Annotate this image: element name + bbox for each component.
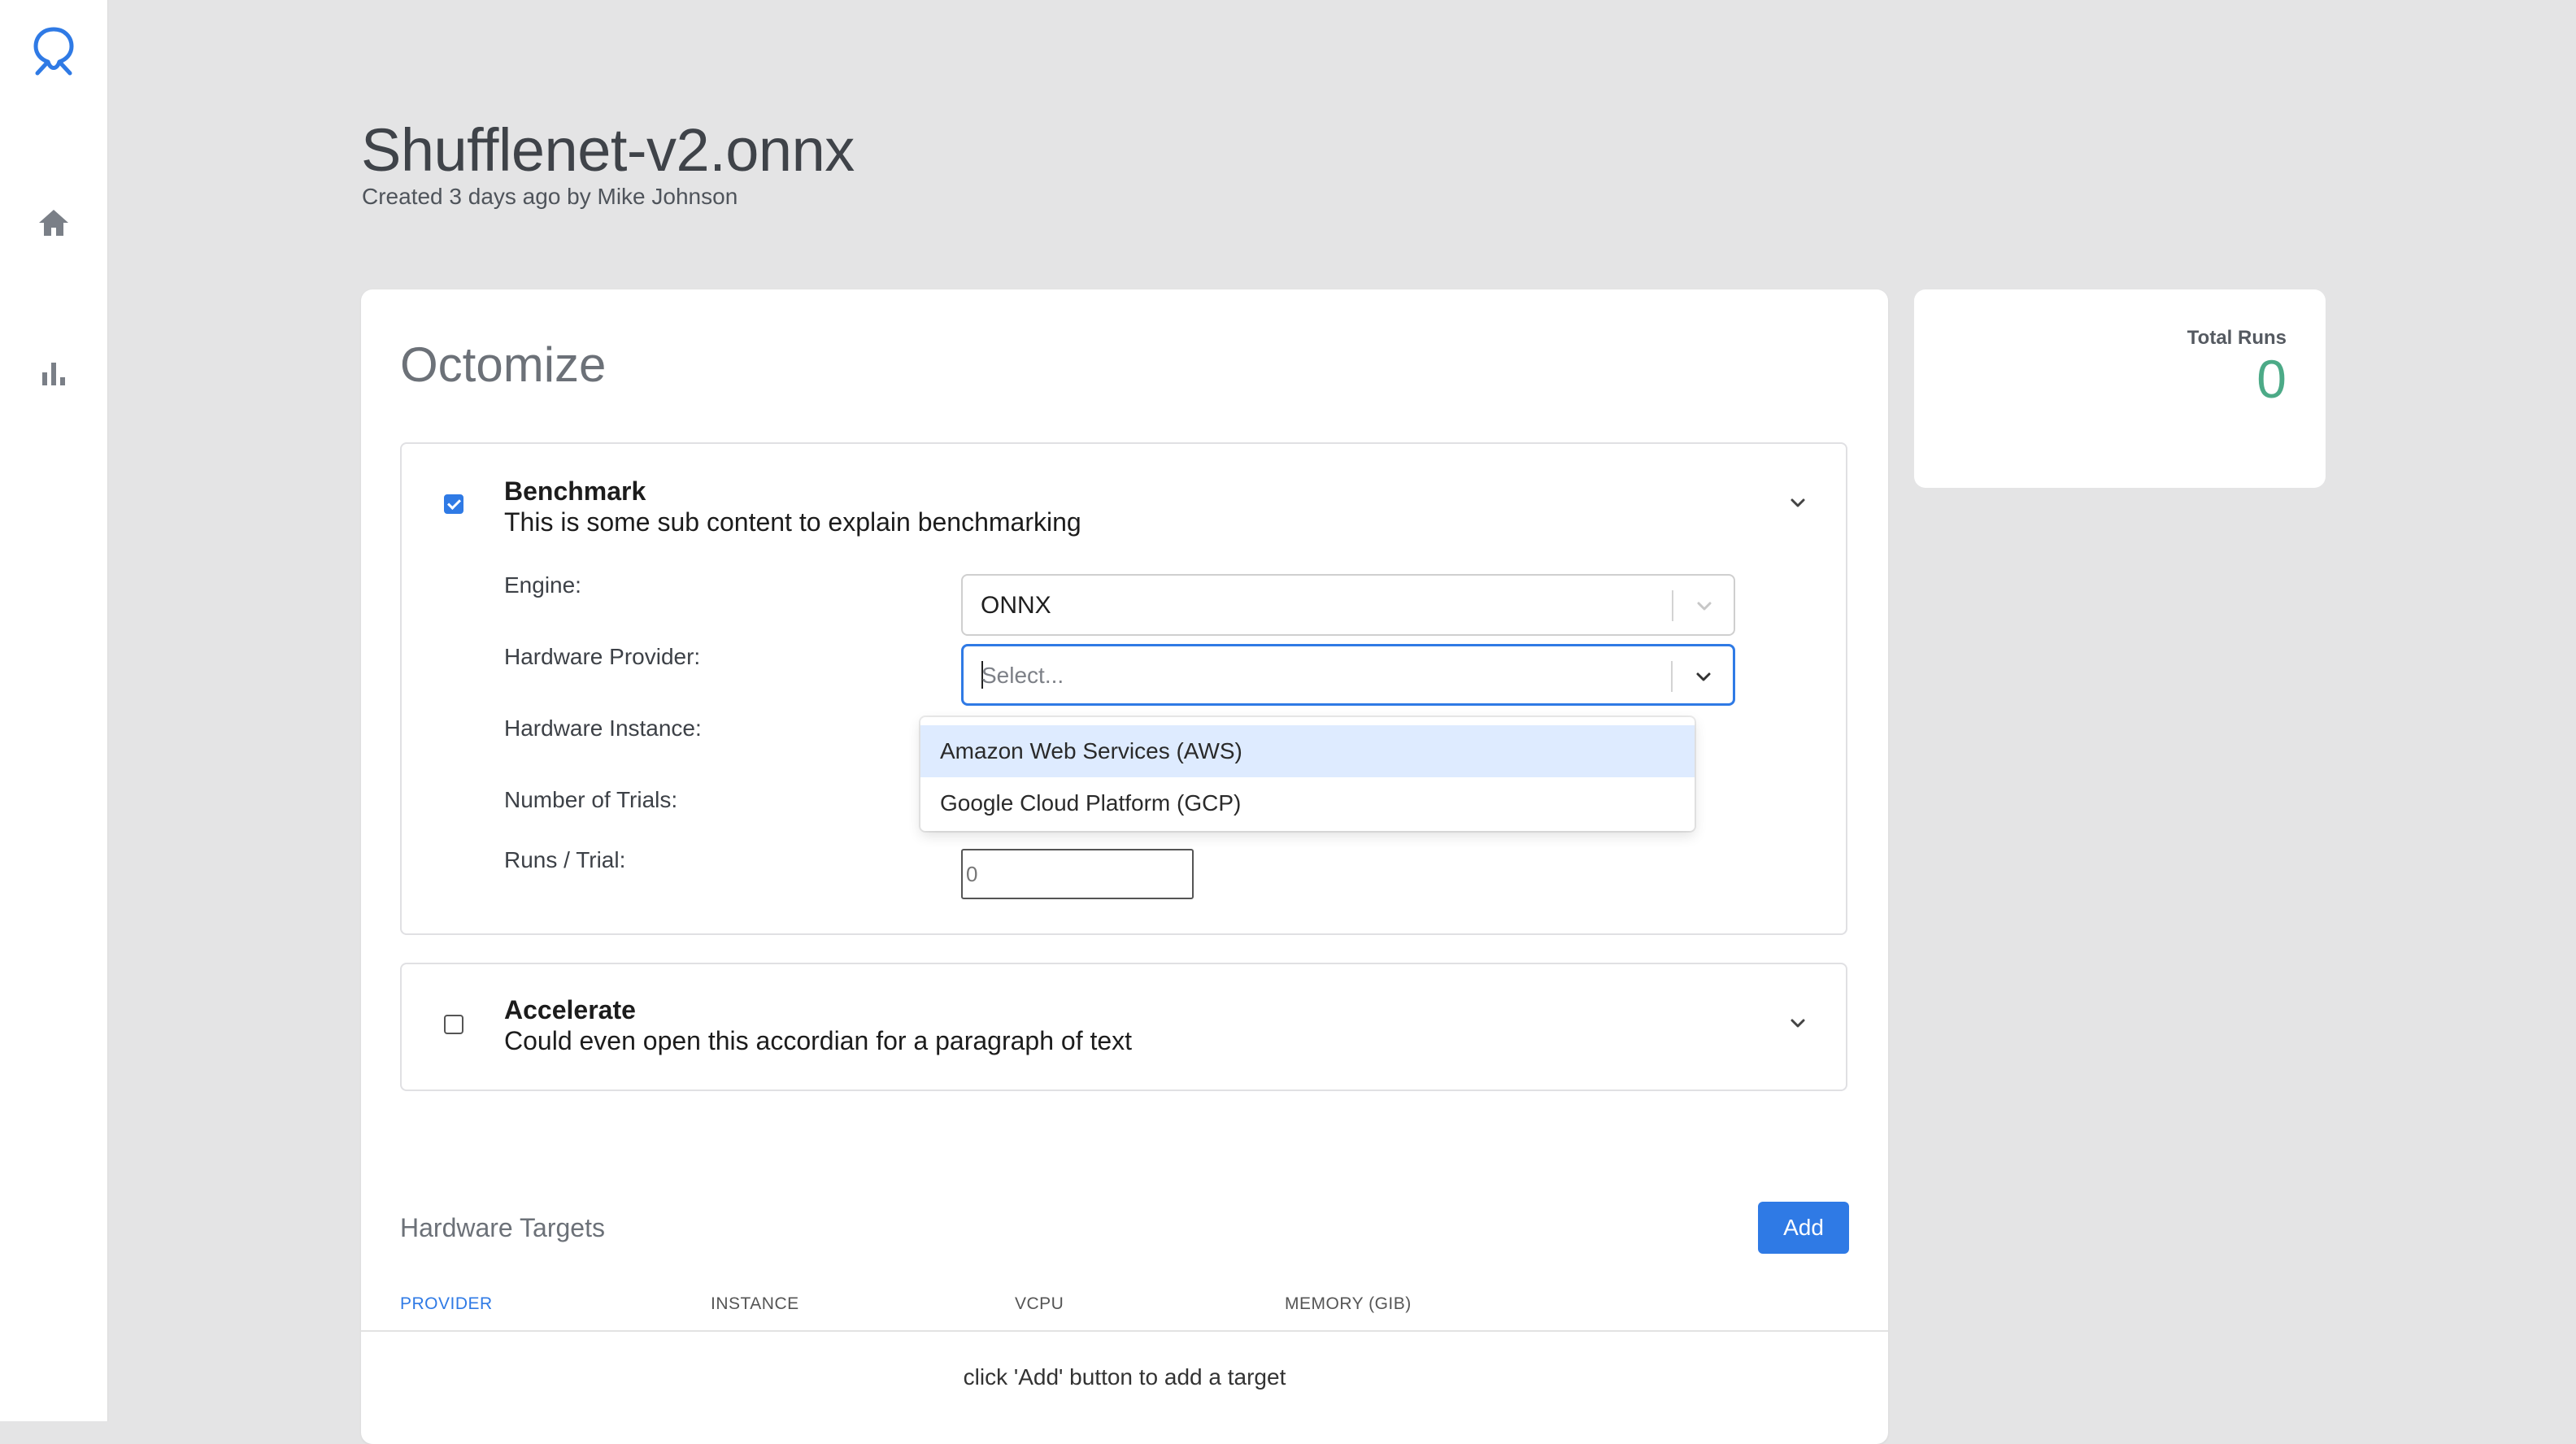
card-title: Octomize bbox=[400, 337, 607, 392]
logo-icon[interactable] bbox=[29, 24, 78, 78]
chevron-down-icon[interactable] bbox=[1692, 666, 1715, 689]
provider-option-gcp[interactable]: Google Cloud Platform (GCP) bbox=[920, 777, 1695, 829]
home-icon[interactable] bbox=[29, 208, 78, 237]
bar-chart-icon[interactable] bbox=[29, 361, 78, 387]
provider-option-aws[interactable]: Amazon Web Services (AWS) bbox=[920, 725, 1695, 777]
hardware-provider-select[interactable]: Select... bbox=[961, 644, 1735, 706]
hardware-instance-label: Hardware Instance: bbox=[504, 715, 702, 741]
accelerate-title[interactable]: Accelerate bbox=[504, 995, 636, 1025]
hardware-provider-menu: Amazon Web Services (AWS) Google Cloud P… bbox=[920, 717, 1695, 831]
engine-select[interactable]: ONNX bbox=[961, 574, 1735, 636]
column-header-memory[interactable]: MEMORY (GIB) bbox=[1285, 1294, 1412, 1314]
sidebar bbox=[0, 0, 108, 1421]
octomize-card: Octomize Benchmark This is some sub cont… bbox=[361, 289, 1888, 1444]
runs-per-trial-input[interactable] bbox=[961, 849, 1194, 899]
accelerate-checkbox[interactable] bbox=[444, 1015, 463, 1034]
accelerate-description: Could even open this accordian for a par… bbox=[504, 1026, 1133, 1055]
hardware-provider-label: Hardware Provider: bbox=[504, 644, 701, 669]
hardware-targets-title: Hardware Targets bbox=[400, 1213, 605, 1242]
column-header-vcpu[interactable]: VCPU bbox=[1015, 1294, 1064, 1314]
select-separator bbox=[1672, 590, 1673, 621]
hardware-provider-placeholder: Select... bbox=[981, 663, 1064, 688]
runs-per-trial-label: Runs / Trial: bbox=[504, 847, 626, 872]
total-runs-card: Total Runs 0 bbox=[1914, 289, 2326, 488]
page-title: Shufflenet-v2.onnx bbox=[361, 116, 855, 184]
chevron-down-icon[interactable] bbox=[1787, 493, 1808, 514]
benchmark-title[interactable]: Benchmark bbox=[504, 476, 646, 507]
total-runs-label: Total Runs bbox=[2187, 327, 2287, 349]
total-runs-value: 0 bbox=[2256, 349, 2287, 409]
benchmark-description: This is some sub content to explain benc… bbox=[504, 507, 1081, 537]
engine-label: Engine: bbox=[504, 572, 581, 598]
chevron-down-icon[interactable] bbox=[1693, 595, 1716, 618]
table-header-divider bbox=[361, 1330, 1888, 1332]
add-target-button[interactable]: Add bbox=[1758, 1202, 1849, 1254]
page-subtitle: Created 3 days ago by Mike Johnson bbox=[362, 184, 738, 209]
select-separator bbox=[1671, 661, 1673, 692]
benchmark-accordion: Benchmark This is some sub content to ex… bbox=[400, 442, 1847, 935]
accelerate-accordion: Accelerate Could even open this accordia… bbox=[400, 963, 1847, 1091]
column-header-provider[interactable]: PROVIDER bbox=[400, 1294, 493, 1314]
benchmark-checkbox[interactable] bbox=[444, 494, 463, 514]
empty-table-message: click 'Add' button to add a target bbox=[963, 1364, 1286, 1390]
engine-value: ONNX bbox=[981, 592, 1051, 619]
number-of-trials-label: Number of Trials: bbox=[504, 787, 678, 812]
chevron-down-icon[interactable] bbox=[1787, 1013, 1808, 1034]
column-header-instance[interactable]: INSTANCE bbox=[711, 1294, 799, 1314]
